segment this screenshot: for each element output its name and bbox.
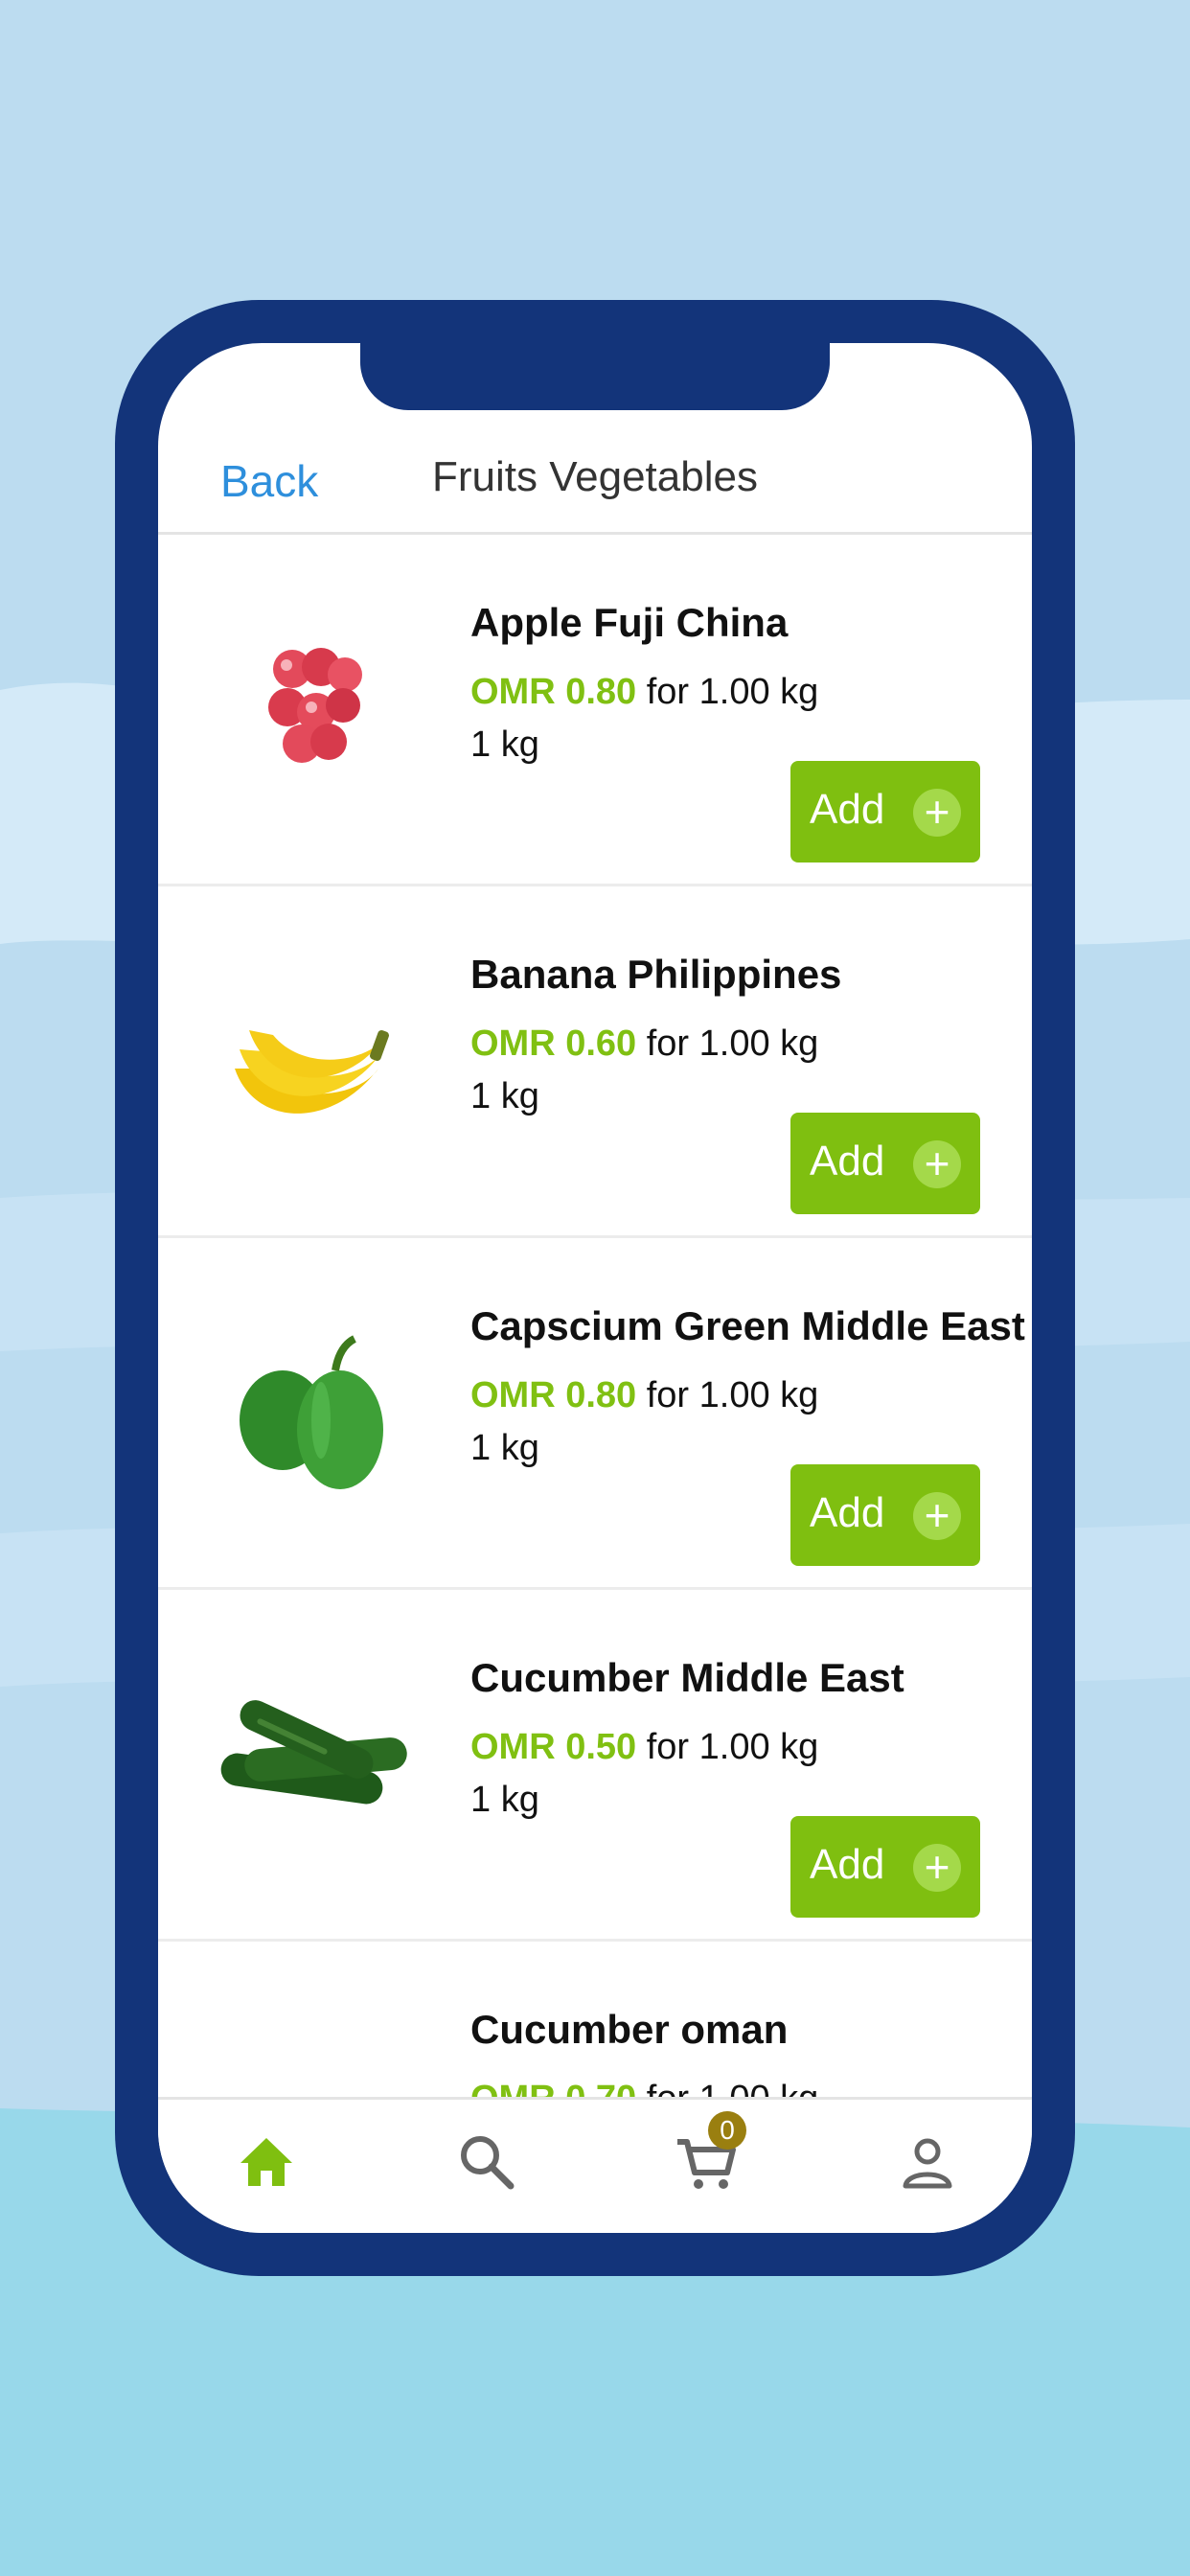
- cucumber-image: [220, 1700, 407, 1805]
- product-name: Capscium Green Middle East: [470, 1303, 1025, 1348]
- profile-icon[interactable]: [894, 2128, 961, 2196]
- product-name: Cucumber Middle East: [470, 1655, 904, 1700]
- product-price: OMR 0.60: [470, 1024, 637, 1064]
- product-item[interactable]: Cucumber oman OMR 0.70 for 1.00 kg: [158, 1942, 1032, 2097]
- price-line: OMR 0.70 for 1.00 kg: [470, 2079, 818, 2097]
- green-pepper-image: [240, 1335, 383, 1489]
- cart-badge: 0: [708, 2111, 746, 2150]
- banana-image: [235, 1030, 389, 1114]
- price-line: OMR 0.80 for 1.00 kg: [470, 672, 818, 713]
- price-line: OMR 0.60 for 1.00 kg: [470, 1024, 818, 1065]
- price-unit-text: for 1.00 kg: [646, 1375, 819, 1415]
- product-unit: 1 kg: [470, 724, 539, 765]
- apple-image: [268, 648, 362, 763]
- price-unit-text: for 1.00 kg: [646, 672, 819, 712]
- product-unit: 1 kg: [470, 1076, 539, 1116]
- price-line: OMR 0.80 for 1.00 kg: [470, 1375, 818, 1416]
- cart-button[interactable]: 0: [674, 2111, 746, 2196]
- phone-frame: Back Fruits Vegetables Apple Fuji China …: [115, 300, 1075, 2276]
- product-price: OMR 0.80: [470, 672, 637, 712]
- plus-icon: +: [913, 1492, 961, 1540]
- product-item[interactable]: Cucumber Middle East OMR 0.50 for 1.00 k…: [158, 1590, 1032, 1942]
- add-button[interactable]: Add +: [790, 1816, 980, 1918]
- price-line: OMR 0.50 for 1.00 kg: [470, 1727, 818, 1768]
- product-price: OMR 0.50: [470, 1727, 637, 1767]
- price-unit-text: for 1.00 kg: [646, 1727, 819, 1767]
- product-name: Banana Philippines: [470, 952, 842, 997]
- home-icon[interactable]: [233, 2128, 300, 2196]
- product-list[interactable]: Apple Fuji China OMR 0.80 for 1.00 kg 1 …: [158, 535, 1032, 2097]
- back-button[interactable]: Back: [220, 455, 318, 507]
- nav-header: Back Fruits Vegetables: [158, 410, 1032, 535]
- add-button-label: Add: [810, 1841, 885, 1888]
- phone-screen: Back Fruits Vegetables Apple Fuji China …: [158, 343, 1032, 2233]
- product-item[interactable]: Capscium Green Middle East OMR 0.80 for …: [158, 1238, 1032, 1590]
- plus-icon: +: [913, 789, 961, 837]
- add-button-label: Add: [810, 1138, 885, 1184]
- product-item[interactable]: Apple Fuji China OMR 0.80 for 1.00 kg 1 …: [158, 535, 1032, 886]
- add-button-label: Add: [810, 786, 885, 833]
- page-title: Fruits Vegetables: [432, 453, 758, 500]
- add-button-label: Add: [810, 1489, 885, 1536]
- plus-icon: +: [913, 1844, 961, 1892]
- tab-bar: 0: [158, 2097, 1032, 2233]
- product-price: OMR 0.80: [470, 1375, 637, 1415]
- add-button[interactable]: Add +: [790, 761, 980, 862]
- add-button[interactable]: Add +: [790, 1113, 980, 1214]
- phone-notch: [360, 343, 830, 410]
- add-button[interactable]: Add +: [790, 1464, 980, 1566]
- product-name: Apple Fuji China: [470, 600, 789, 645]
- search-icon[interactable]: [453, 2128, 520, 2196]
- product-unit: 1 kg: [470, 1780, 539, 1820]
- product-unit: 1 kg: [470, 1428, 539, 1468]
- product-item[interactable]: Banana Philippines OMR 0.60 for 1.00 kg …: [158, 886, 1032, 1238]
- product-price: OMR 0.70: [470, 2079, 636, 2097]
- cucumber-image: [216, 2018, 407, 2097]
- product-name: Cucumber oman: [470, 2007, 789, 2052]
- price-unit-text: for 1.00 kg: [646, 1024, 819, 1064]
- price-unit-text: for 1.00 kg: [647, 2079, 819, 2097]
- plus-icon: +: [913, 1140, 961, 1188]
